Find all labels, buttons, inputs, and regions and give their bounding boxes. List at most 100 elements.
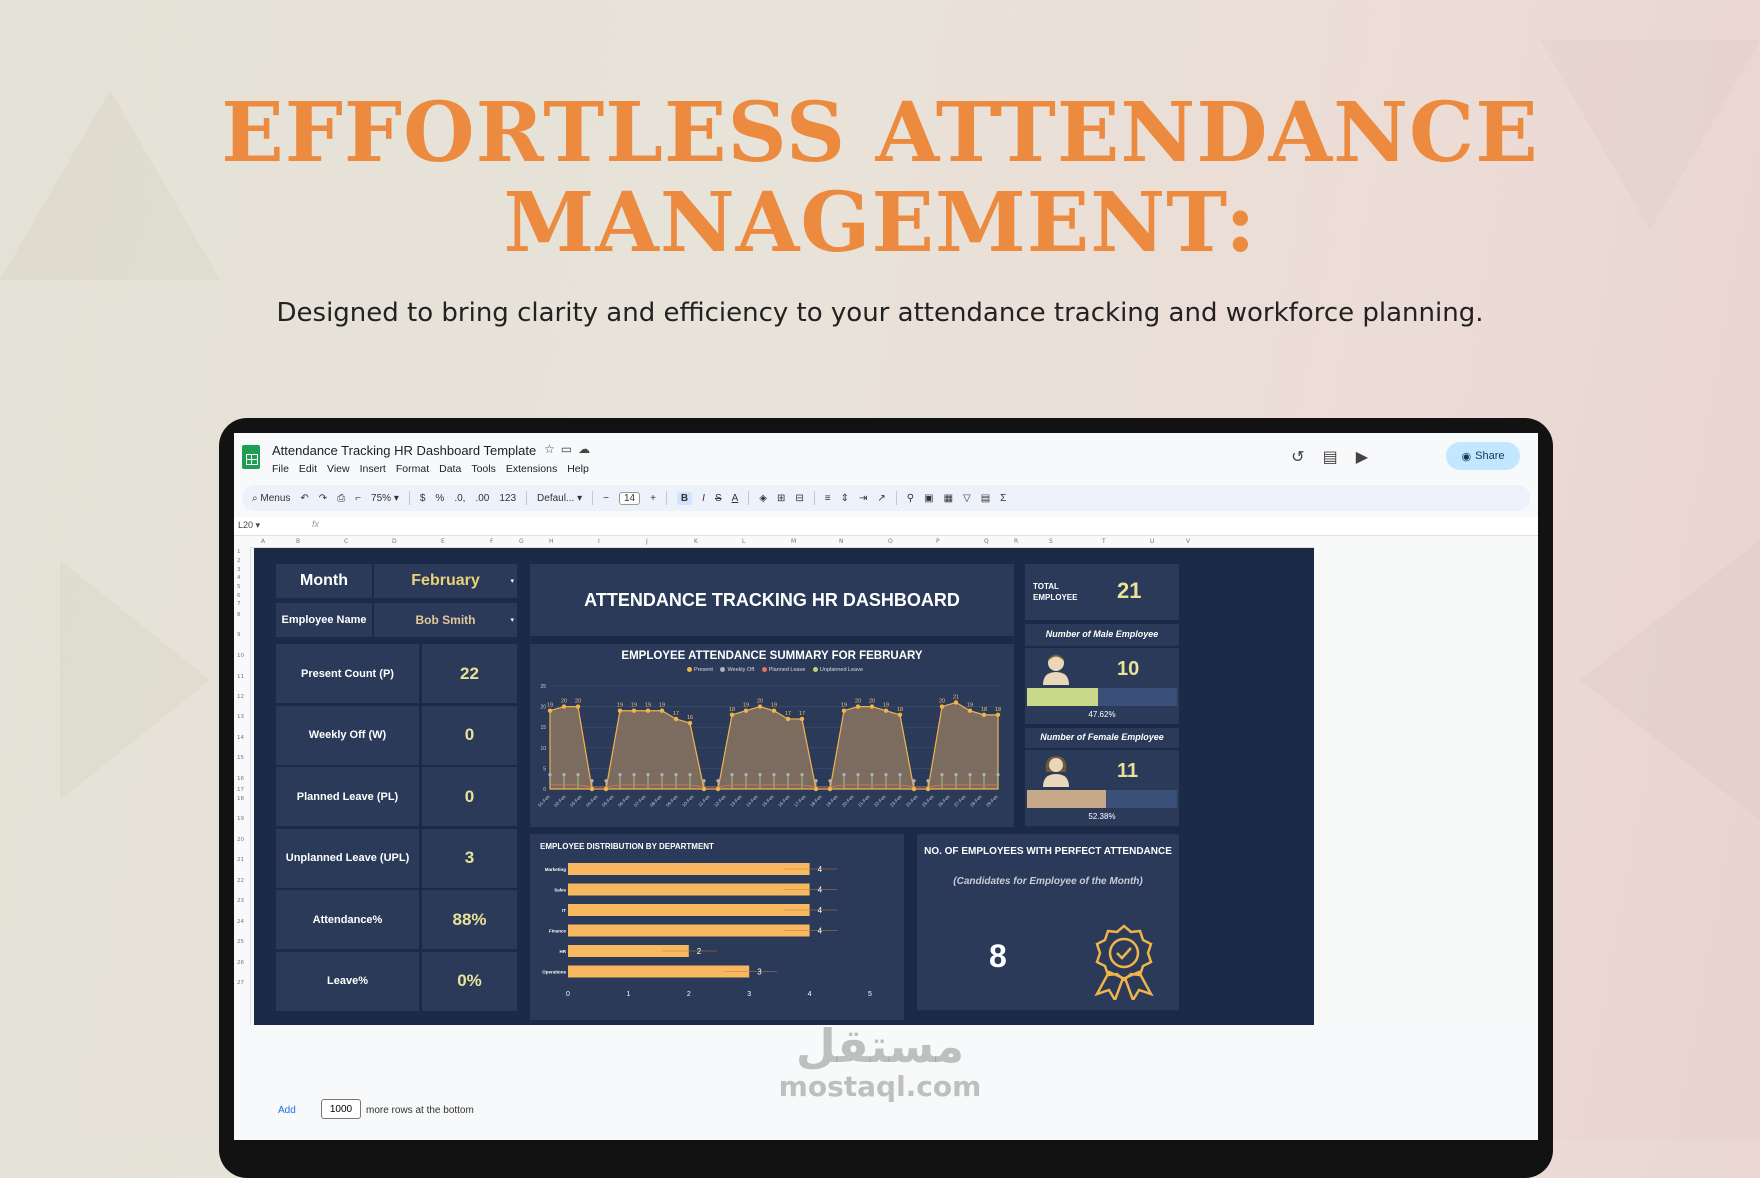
row-header-25[interactable]: 25 [237, 939, 244, 945]
row-header-6[interactable]: 6 [237, 593, 241, 599]
link-icon[interactable]: ⚲ [907, 493, 914, 504]
column-header-c[interactable]: C [344, 538, 348, 545]
folder-icon[interactable]: ▭ [561, 442, 578, 456]
font-size-input[interactable]: 14 [618, 491, 641, 505]
row-header-11[interactable]: 11 [237, 674, 244, 680]
column-header-i[interactable]: I [598, 538, 600, 545]
menu-format[interactable]: Format [396, 463, 429, 475]
paint-format-icon[interactable]: ⌐ [355, 493, 361, 504]
chart-icon[interactable]: ▦ [944, 493, 953, 504]
number-format-button[interactable]: 123 [499, 493, 516, 504]
employee-select[interactable]: Bob Smith ▾ [374, 603, 517, 637]
meet-icon[interactable]: ▶ [1356, 447, 1368, 466]
fill-color-icon[interactable]: ◈ [759, 493, 767, 504]
column-header-l[interactable]: L [742, 538, 745, 545]
rotate-icon[interactable]: ↗ [877, 493, 885, 504]
column-header-j[interactable]: J [646, 538, 648, 545]
font-select[interactable]: Defaul... ▾ [537, 493, 582, 504]
menu-edit[interactable]: Edit [299, 463, 317, 475]
star-icon[interactable]: ☆ [544, 442, 561, 456]
row-header-17[interactable]: 17 [237, 787, 244, 793]
decrease-decimal-button[interactable]: .0, [454, 493, 465, 504]
align-icon[interactable]: ≡ [825, 493, 831, 504]
rows-count-input[interactable]: 1000 [321, 1099, 361, 1119]
row-header-13[interactable]: 13 [237, 714, 244, 720]
column-header-n[interactable]: N [839, 538, 844, 545]
column-header-s[interactable]: S [1049, 538, 1053, 545]
column-header-u[interactable]: U [1150, 538, 1154, 545]
menu-insert[interactable]: Insert [360, 463, 386, 475]
row-header-1[interactable]: 1 [237, 549, 241, 555]
column-header-k[interactable]: K [694, 538, 698, 545]
column-header-d[interactable]: D [392, 538, 397, 545]
print-icon[interactable]: ⎙ [337, 493, 345, 504]
row-header-23[interactable]: 23 [237, 898, 244, 904]
font-size-increase[interactable]: + [650, 493, 656, 504]
row-header-15[interactable]: 15 [237, 755, 244, 761]
row-header-4[interactable]: 4 [237, 575, 241, 581]
functions-button[interactable]: Σ [1000, 493, 1006, 504]
row-header-16[interactable]: 16 [237, 776, 244, 782]
row-header-2[interactable]: 2 [237, 558, 241, 564]
column-header-t[interactable]: T [1102, 538, 1106, 545]
document-title[interactable]: Attendance Tracking HR Dashboard Templat… [272, 443, 536, 458]
filter-icon[interactable]: ▽ [963, 493, 971, 504]
column-header-a[interactable]: A [261, 538, 265, 545]
filter-views-icon[interactable]: ▤ [981, 493, 990, 504]
row-header-7[interactable]: 7 [237, 601, 241, 607]
row-header-20[interactable]: 20 [237, 837, 244, 843]
menu-data[interactable]: Data [439, 463, 461, 475]
column-header-p[interactable]: P [936, 538, 940, 545]
share-button[interactable]: ◉ Share [1446, 442, 1520, 470]
row-header-24[interactable]: 24 [237, 919, 244, 925]
insert-comment-icon[interactable]: ▣ [924, 493, 933, 504]
row-header-5[interactable]: 5 [237, 584, 241, 590]
column-header-o[interactable]: O [888, 538, 893, 545]
borders-icon[interactable]: ⊞ [777, 493, 785, 504]
valign-icon[interactable]: ⇕ [841, 493, 849, 504]
cloud-icon[interactable]: ☁ [578, 442, 596, 456]
zoom-select[interactable]: 75% ▾ [371, 493, 399, 504]
undo-icon[interactable]: ↶ [300, 493, 308, 504]
wrap-icon[interactable]: ⇥ [859, 493, 867, 504]
row-header-22[interactable]: 22 [237, 878, 244, 884]
increase-decimal-button[interactable]: .00 [475, 493, 489, 504]
currency-button[interactable]: $ [420, 493, 426, 504]
row-header-8[interactable]: 8 [237, 612, 241, 618]
column-header-m[interactable]: M [791, 538, 796, 545]
redo-icon[interactable]: ↷ [319, 493, 327, 504]
comment-icon[interactable]: ▤ [1323, 447, 1338, 466]
merge-icon[interactable]: ⊟ [795, 493, 803, 504]
column-header-b[interactable]: B [296, 538, 300, 545]
column-header-e[interactable]: E [441, 538, 445, 545]
text-color-button[interactable]: A [732, 493, 739, 504]
menu-tools[interactable]: Tools [471, 463, 496, 475]
row-header-3[interactable]: 3 [237, 567, 241, 573]
column-header-r[interactable]: R [1014, 538, 1018, 545]
row-header-12[interactable]: 12 [237, 694, 244, 700]
menu-extensions[interactable]: Extensions [506, 463, 557, 475]
empty-sheet-area[interactable] [1314, 547, 1538, 1025]
row-header-26[interactable]: 26 [237, 960, 244, 966]
percent-button[interactable]: % [435, 493, 444, 504]
history-icon[interactable]: ↺ [1291, 447, 1304, 466]
row-header-19[interactable]: 19 [237, 816, 244, 822]
menu-file[interactable]: File [272, 463, 289, 475]
bold-button[interactable]: B [676, 491, 693, 505]
column-header-f[interactable]: F [490, 538, 493, 545]
menu-view[interactable]: View [327, 463, 350, 475]
sheets-logo-icon[interactable] [242, 445, 260, 469]
column-header-v[interactable]: V [1186, 538, 1190, 545]
strikethrough-button[interactable]: S [715, 493, 722, 504]
add-rows-button[interactable]: Add [278, 1105, 296, 1116]
font-size-decrease[interactable]: − [603, 493, 609, 504]
row-header-21[interactable]: 21 [237, 857, 244, 863]
row-header-9[interactable]: 9 [237, 632, 241, 638]
menu-help[interactable]: Help [567, 463, 589, 475]
row-header-10[interactable]: 10 [237, 653, 244, 659]
row-header-27[interactable]: 27 [237, 980, 244, 986]
column-header-h[interactable]: H [549, 538, 554, 545]
row-header-14[interactable]: 14 [237, 735, 244, 741]
name-box[interactable]: L20 ▾ [238, 520, 260, 531]
row-header-18[interactable]: 18 [237, 796, 244, 802]
